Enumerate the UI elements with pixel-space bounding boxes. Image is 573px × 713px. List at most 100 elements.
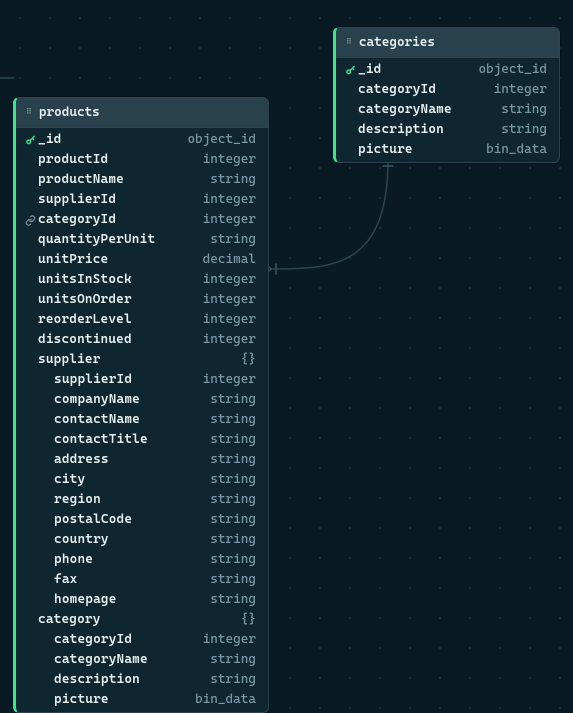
table-title: products (39, 105, 100, 120)
table-products[interactable]: ⠿ products _idobject_idproductIdintegerp… (13, 97, 269, 713)
field-row[interactable]: countrystring (16, 530, 268, 550)
field-name: category (38, 611, 101, 629)
field-type: {} (241, 351, 256, 369)
field-row[interactable]: citystring (16, 470, 268, 490)
field-type: integer (203, 191, 256, 209)
field-row[interactable]: region string (16, 490, 268, 510)
field-name: fax (54, 571, 77, 589)
field-name: picture (358, 141, 413, 159)
field-type: string (210, 391, 256, 409)
table-body-categories: _idobject_idcategoryIdintegercategoryNam… (336, 58, 559, 162)
field-row[interactable]: productName string (16, 170, 268, 190)
foreign-key-icon (22, 215, 38, 226)
field-name: supplierId (54, 371, 132, 389)
field-row[interactable]: _id object_id (16, 130, 268, 150)
field-name: companyName (54, 391, 140, 409)
field-row[interactable]: discontinuedinteger (16, 330, 268, 350)
field-row[interactable]: supplier {} (16, 350, 268, 370)
field-name: region (54, 491, 101, 509)
field-row[interactable]: contactName string (16, 410, 268, 430)
field-row[interactable]: companyName string (16, 390, 268, 410)
primary-key-icon (22, 135, 38, 146)
field-type: {} (241, 611, 256, 629)
field-name: _id (38, 131, 61, 149)
field-type: bin_data (195, 691, 256, 709)
field-row[interactable]: fax string (16, 570, 268, 590)
field-name: categoryName (54, 651, 148, 669)
field-type: string (210, 531, 256, 549)
primary-key-icon (342, 65, 358, 76)
field-row[interactable]: picture bin_data (336, 140, 559, 160)
drag-handle-icon: ⠿ (26, 107, 31, 118)
field-name: address (54, 451, 109, 469)
field-name: supplier (38, 351, 101, 369)
field-row[interactable]: categoryIdinteger (16, 210, 268, 230)
field-type: integer (203, 211, 256, 229)
field-name: homepage (54, 591, 117, 609)
field-row[interactable]: unitsOnOrderinteger (16, 290, 268, 310)
field-row[interactable]: _idobject_id (336, 60, 559, 80)
field-type: integer (203, 631, 256, 649)
field-type: string (210, 511, 256, 529)
field-name: contactTitle (54, 431, 148, 449)
field-name: description (358, 121, 444, 139)
field-name: contactName (54, 411, 140, 429)
field-name: city (54, 471, 85, 489)
field-name: discontinued (38, 331, 132, 349)
field-row[interactable]: unitPricedecimal (16, 250, 268, 270)
field-row[interactable]: categoryIdinteger (336, 80, 559, 100)
field-row[interactable]: contactTitle string (16, 430, 268, 450)
field-name: unitsInStock (38, 271, 132, 289)
field-name: unitsOnOrder (38, 291, 132, 309)
field-type: string (210, 171, 256, 189)
field-row[interactable]: postalCode string (16, 510, 268, 530)
field-row[interactable]: categoryNamestring (336, 100, 559, 120)
field-row[interactable]: homepage string (16, 590, 268, 610)
field-type: integer (203, 151, 256, 169)
field-row[interactable]: supplierId integer (16, 370, 268, 390)
field-row[interactable]: address string (16, 450, 268, 470)
field-type: string (210, 591, 256, 609)
field-type: string (210, 451, 256, 469)
field-name: _id (358, 61, 381, 79)
field-type: string (210, 491, 256, 509)
field-name: picture (54, 691, 109, 709)
table-header-products[interactable]: ⠿ products (16, 98, 268, 128)
table-title: categories (359, 35, 435, 50)
field-row[interactable]: categoryNamestring (16, 650, 268, 670)
field-row[interactable]: picture bin_data (16, 690, 268, 710)
field-type: string (501, 101, 547, 119)
table-body-products: _idobject_idproductIdintegerproductNames… (16, 128, 268, 712)
field-name: productId (38, 151, 108, 169)
drag-handle-icon: ⠿ (346, 37, 351, 48)
field-type: decimal (203, 251, 256, 269)
field-row[interactable]: reorderLevelinteger (16, 310, 268, 330)
field-type: string (210, 571, 256, 589)
field-name: reorderLevel (38, 311, 132, 329)
field-row[interactable]: phonestring (16, 550, 268, 570)
field-row[interactable]: supplierId integer (16, 190, 268, 210)
field-type: object_id (187, 131, 256, 149)
field-row[interactable]: unitsInStockinteger (16, 270, 268, 290)
field-name: categoryId (358, 81, 436, 99)
field-name: categoryId (54, 631, 132, 649)
field-row[interactable]: quantityPerUnit string (16, 230, 268, 250)
field-name: description (54, 671, 140, 689)
field-row[interactable]: productId integer (16, 150, 268, 170)
field-type: integer (203, 371, 256, 389)
table-header-categories[interactable]: ⠿ categories (336, 28, 559, 58)
field-name: supplierId (38, 191, 116, 209)
field-name: quantityPerUnit (38, 231, 155, 249)
field-type: string (210, 671, 256, 689)
field-row[interactable]: description string (16, 670, 268, 690)
field-type: string (210, 231, 256, 249)
field-row[interactable]: categoryId integer (16, 630, 268, 650)
field-name: postalCode (54, 511, 132, 529)
table-categories[interactable]: ⠿ categories _idobject_idcategoryIdinteg… (333, 27, 560, 163)
field-name: productName (38, 171, 124, 189)
field-row[interactable]: descriptionstring (336, 120, 559, 140)
field-type: bin_data (486, 141, 547, 159)
field-type: string (210, 431, 256, 449)
field-type: string (210, 411, 256, 429)
field-row[interactable]: category {} (16, 610, 268, 630)
